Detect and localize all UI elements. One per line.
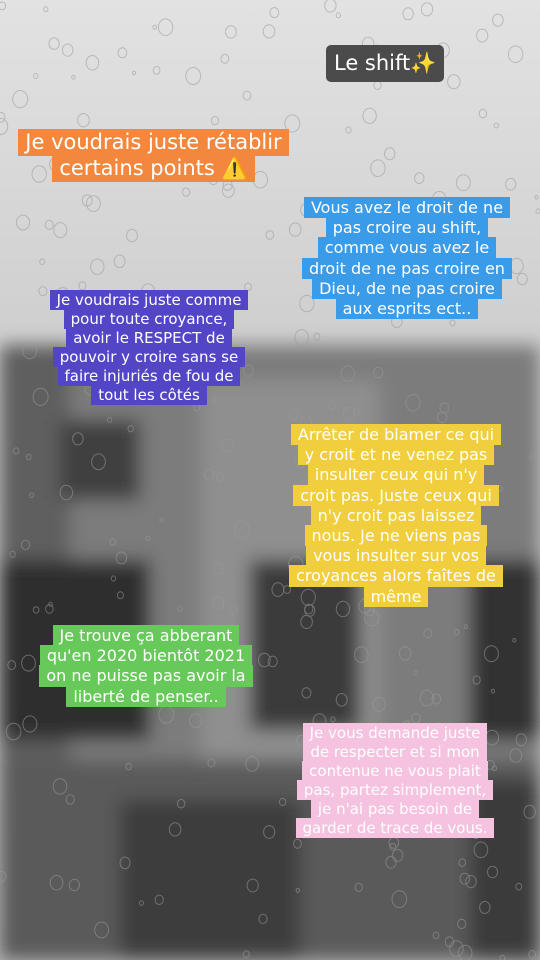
caption-blue-line: aux esprits ect..: [335, 297, 479, 320]
caption-purple-line: Je voudrais juste comme: [49, 290, 249, 310]
caption-yellow-line: vous insulter sur vos: [306, 545, 486, 567]
caption-yellow-line: même: [363, 585, 429, 607]
caption-purple-line: pouvoir y croire sans se: [52, 347, 246, 367]
caption-green-line: Je trouve ça abberant: [52, 625, 240, 647]
caption-yellow: Arrêter de blamer ce qui y croit et ne ve…: [282, 424, 510, 607]
sparkle-icon: ✨: [410, 51, 437, 75]
caption-purple-line: tout les côtés: [91, 385, 207, 405]
caption-pink-line: pas, partez simplement,: [296, 780, 494, 800]
caption-orange-line: Je voudrais juste rétablir: [18, 129, 289, 157]
caption-yellow-line: croyances alors faîtes de: [289, 565, 503, 587]
caption-purple-line: pour toute croyance,: [63, 309, 235, 329]
caption-purple: Je voudrais juste comme pour toute croyan…: [44, 290, 254, 405]
caption-yellow-line: n'y croit pas laissez: [310, 504, 482, 526]
caption-pink-line: Je vous demande juste: [302, 723, 488, 743]
caption-blue-line: comme vous avez le: [317, 237, 497, 259]
caption-purple-line: faire injuriés de fou de: [57, 366, 241, 386]
caption-pink: Je vous demande juste de respecter et si …: [288, 723, 502, 838]
caption-blue-line: Dieu, de ne pas croire: [312, 277, 502, 299]
caption-green: Je trouve ça abberant qu'en 2020 bientôt …: [28, 625, 264, 707]
caption-blue-line: droit de ne pas croire en: [302, 257, 512, 279]
caption-yellow-line: y croit et ne venez pas: [297, 444, 495, 466]
caption-pink-line: contenue ne vous plait: [302, 761, 488, 781]
caption-yellow-line: insulter ceux qui n'y: [307, 464, 485, 486]
shift-title-label: Le shift✨: [326, 45, 445, 82]
caption-yellow-line: nous. Je ne viens pas: [304, 524, 488, 547]
title-text: Le shift: [334, 51, 411, 75]
caption-blue-line: Vous avez le droit de ne: [303, 197, 511, 219]
caption-blue-line: pas croire au shift,: [325, 217, 489, 239]
caption-orange-line: certains points ⚠️: [52, 155, 255, 183]
caption-pink-line: de respecter et si mon: [303, 742, 487, 762]
caption-blue: Vous avez le droit de ne pas croire au sh…: [296, 197, 518, 320]
caption-yellow-line: Arrêter de blamer ce qui: [290, 424, 502, 446]
caption-pink-line: garder de trace de vous.: [295, 818, 495, 838]
caption-purple-line: avoir le RESPECT de: [66, 328, 232, 348]
caption-yellow-line: croit pas. Juste ceux qui: [293, 484, 499, 506]
caption-green-line: on ne puisse pas avoir la: [39, 665, 253, 687]
caption-green-line: qu'en 2020 bientôt 2021: [39, 645, 253, 667]
caption-green-line: liberté de penser..: [66, 685, 226, 707]
caption-orange: Je voudrais juste rétablir certains point…: [12, 129, 295, 183]
caption-pink-line: je n'ai pas besoin de: [310, 799, 480, 819]
